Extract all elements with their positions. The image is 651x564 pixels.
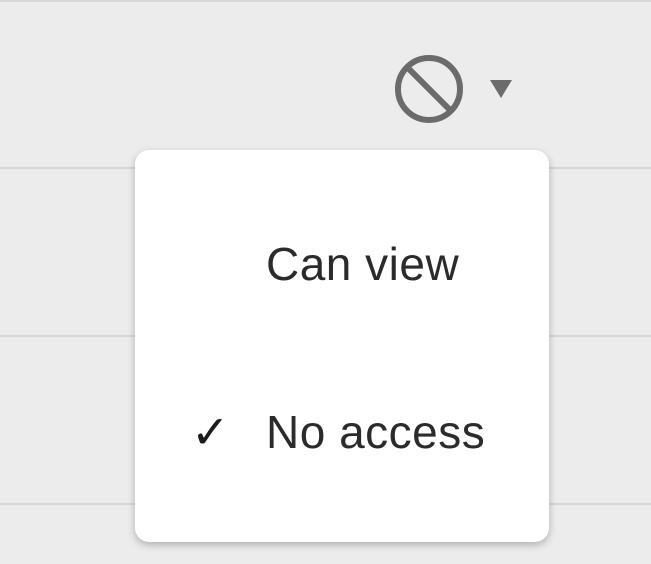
- menu-item-no-access[interactable]: ✓ No access: [135, 348, 549, 516]
- permission-menu: Can view ✓ No access: [135, 150, 549, 542]
- checkmark-icon: ✓: [191, 405, 230, 459]
- permission-dropdown-toggle[interactable]: [388, 50, 522, 126]
- ban-icon: [395, 55, 463, 123]
- menu-item-can-view[interactable]: Can view: [135, 180, 549, 348]
- caret-down-icon: [490, 80, 512, 98]
- menu-item-label: Can view: [266, 238, 460, 290]
- row-divider: [0, 0, 651, 2]
- menu-item-label: No access: [266, 406, 486, 458]
